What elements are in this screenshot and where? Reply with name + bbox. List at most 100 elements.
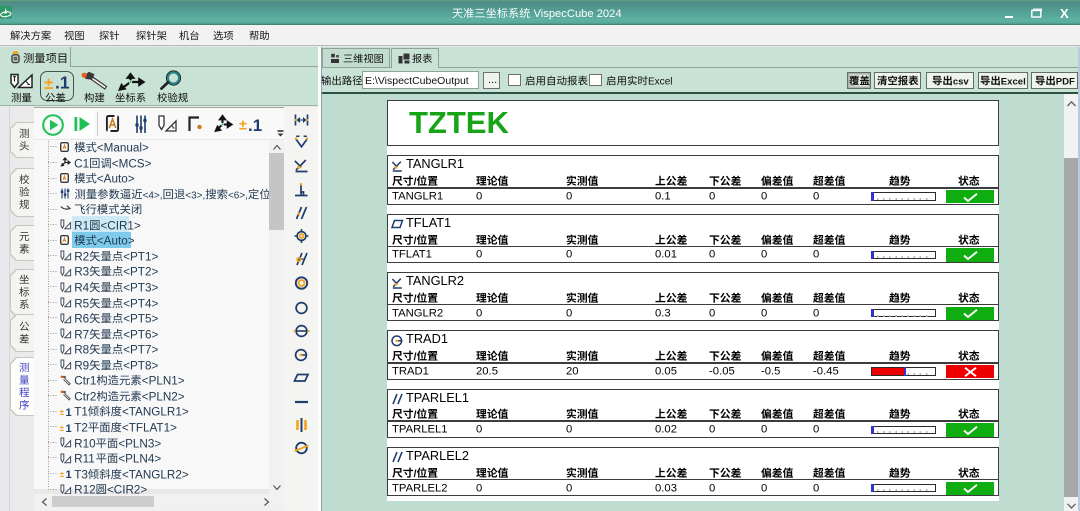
svg-text:PDF: PDF xyxy=(1055,76,1074,87)
svg-text:TPARLEL2: TPARLEL2 xyxy=(392,482,448,494)
svg-text:0: 0 xyxy=(761,307,767,319)
svg-text:<PT1>: <PT1> xyxy=(123,250,158,263)
svg-text:Ctr2: Ctr2 xyxy=(74,390,96,403)
svg-text:TFLAT1: TFLAT1 xyxy=(406,214,451,229)
svg-text:TANGLR2: TANGLR2 xyxy=(406,273,464,288)
svg-text:X: X xyxy=(1060,5,1069,20)
svg-text:1: 1 xyxy=(66,469,72,481)
svg-text:±: ± xyxy=(60,407,65,417)
svg-text:0.02: 0.02 xyxy=(655,424,677,436)
svg-text:0: 0 xyxy=(761,190,767,202)
svg-text:TRAD1: TRAD1 xyxy=(392,365,429,377)
svg-text:±: ± xyxy=(60,469,65,479)
svg-text:<PLN3>: <PLN3> xyxy=(118,437,161,450)
svg-text:0: 0 xyxy=(566,307,572,319)
svg-text:.1: .1 xyxy=(248,115,262,134)
svg-text:<PLN4>: <PLN4> xyxy=(118,452,161,465)
svg-text:TFLAT1: TFLAT1 xyxy=(392,249,432,261)
svg-text:csv: csv xyxy=(952,76,969,87)
svg-text:0: 0 xyxy=(761,249,767,261)
svg-text:R5: R5 xyxy=(74,297,89,310)
svg-text:T2: T2 xyxy=(74,421,88,434)
svg-text:0: 0 xyxy=(566,190,572,202)
svg-text:0: 0 xyxy=(709,190,715,202)
svg-text:R3: R3 xyxy=(74,266,89,279)
svg-text:<PT7>: <PT7> xyxy=(123,344,158,357)
svg-text:R8: R8 xyxy=(74,344,89,357)
svg-text:0: 0 xyxy=(476,424,482,436)
svg-text:TZTEK: TZTEK xyxy=(409,105,509,140)
svg-text:Excel: Excel xyxy=(1001,76,1026,87)
svg-text:<TFLAT1>: <TFLAT1> xyxy=(122,421,177,434)
svg-text:0: 0 xyxy=(813,249,819,261)
svg-text:R7: R7 xyxy=(74,328,89,341)
svg-text:0: 0 xyxy=(709,307,715,319)
svg-text:0.03: 0.03 xyxy=(655,482,677,494)
svg-text:0: 0 xyxy=(566,249,572,261)
svg-text:R6: R6 xyxy=(74,312,89,325)
svg-text:0: 0 xyxy=(813,307,819,319)
svg-text:R10: R10 xyxy=(74,437,96,450)
svg-text:0: 0 xyxy=(813,482,819,494)
svg-text:-0.5: -0.5 xyxy=(761,365,780,377)
svg-text:C1: C1 xyxy=(74,157,89,170)
svg-text:R9: R9 xyxy=(74,359,89,372)
svg-text:R4: R4 xyxy=(74,281,89,294)
svg-text:20: 20 xyxy=(566,365,579,377)
svg-text:R2: R2 xyxy=(74,250,89,263)
svg-text:0.05: 0.05 xyxy=(655,365,677,377)
svg-text:0: 0 xyxy=(761,424,767,436)
svg-text:±: ± xyxy=(239,117,247,133)
svg-text:<PT5>: <PT5> xyxy=(123,312,158,325)
svg-text:<Manual>: <Manual> xyxy=(97,141,149,154)
svg-text:0: 0 xyxy=(813,190,819,202)
svg-text:0: 0 xyxy=(709,249,715,261)
svg-text:0: 0 xyxy=(476,190,482,202)
svg-text:R1: R1 xyxy=(74,219,89,232)
svg-text:0: 0 xyxy=(476,482,482,494)
svg-text:<PT4>: <PT4> xyxy=(123,297,158,310)
svg-text:.1: .1 xyxy=(55,72,70,92)
svg-text:1: 1 xyxy=(66,423,72,435)
svg-text:0: 0 xyxy=(566,424,572,436)
svg-text:TANGLR1: TANGLR1 xyxy=(392,190,443,202)
svg-text:TPARLEL1: TPARLEL1 xyxy=(392,424,448,436)
svg-text:20.5: 20.5 xyxy=(476,365,498,377)
svg-text:<PT2>: <PT2> xyxy=(123,266,158,279)
svg-text:R11: R11 xyxy=(74,452,95,465)
svg-text:<Auto>: <Auto> xyxy=(97,235,135,248)
svg-text:Ctr1: Ctr1 xyxy=(74,375,96,388)
svg-text:<MCS>: <MCS> xyxy=(112,157,152,170)
svg-text:T1: T1 xyxy=(74,406,88,419)
svg-text:Excel: Excel xyxy=(648,76,673,87)
svg-text:-0.45: -0.45 xyxy=(813,365,839,377)
svg-text:...: ... xyxy=(488,74,497,86)
svg-text:<TANGLR1>: <TANGLR1> xyxy=(122,406,189,419)
svg-text:TRAD1: TRAD1 xyxy=(406,331,448,346)
svg-text:0.01: 0.01 xyxy=(655,249,677,261)
svg-text:±: ± xyxy=(44,73,53,92)
svg-text:T3: T3 xyxy=(74,468,88,481)
svg-text:<Auto>: <Auto> xyxy=(97,172,135,185)
svg-text:0: 0 xyxy=(813,424,819,436)
svg-text:<TANGLR2>: <TANGLR2> xyxy=(122,468,189,481)
svg-text:<PT8>: <PT8> xyxy=(123,359,158,372)
svg-text:VispecCube 2024: VispecCube 2024 xyxy=(530,8,621,20)
svg-text:<4>,: <4>, xyxy=(143,190,163,201)
svg-text:<PT3>: <PT3> xyxy=(123,281,158,294)
svg-text:<PLN1>: <PLN1> xyxy=(142,375,185,388)
svg-text:0: 0 xyxy=(709,424,715,436)
svg-text:0.1: 0.1 xyxy=(655,190,671,202)
svg-text:<PLN2>: <PLN2> xyxy=(142,390,185,403)
svg-text:1: 1 xyxy=(66,407,72,419)
svg-text:0: 0 xyxy=(476,307,482,319)
svg-text:0: 0 xyxy=(709,482,715,494)
svg-text:<3>,: <3>, xyxy=(185,190,205,201)
svg-text:<CIR1>: <CIR1> xyxy=(100,219,140,232)
svg-text:-0.05: -0.05 xyxy=(709,365,735,377)
svg-text:0: 0 xyxy=(761,482,767,494)
svg-text:±: ± xyxy=(60,423,65,433)
svg-text:<PT6>: <PT6> xyxy=(123,328,158,341)
svg-text:0.3: 0.3 xyxy=(655,307,671,319)
svg-text:0: 0 xyxy=(566,482,572,494)
